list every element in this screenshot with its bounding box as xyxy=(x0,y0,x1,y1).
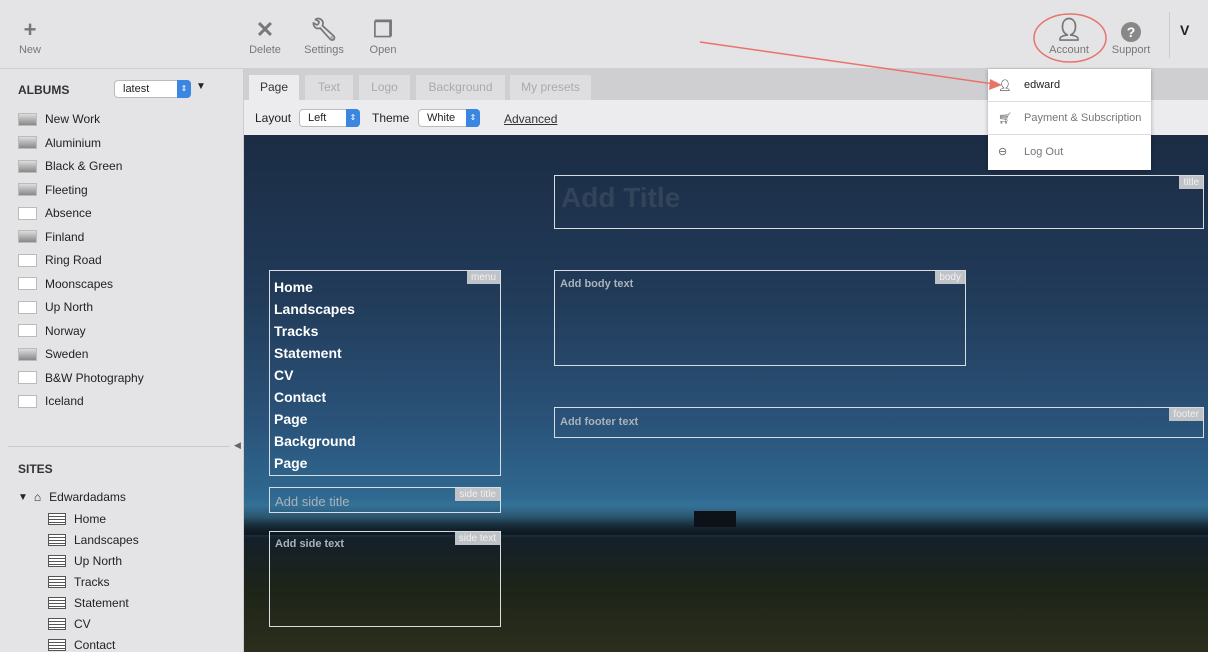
annotation-circle xyxy=(1033,13,1107,63)
annotation-arrow xyxy=(699,41,995,85)
arrowhead-icon xyxy=(989,79,1002,90)
annotation-overlay xyxy=(699,13,1107,90)
